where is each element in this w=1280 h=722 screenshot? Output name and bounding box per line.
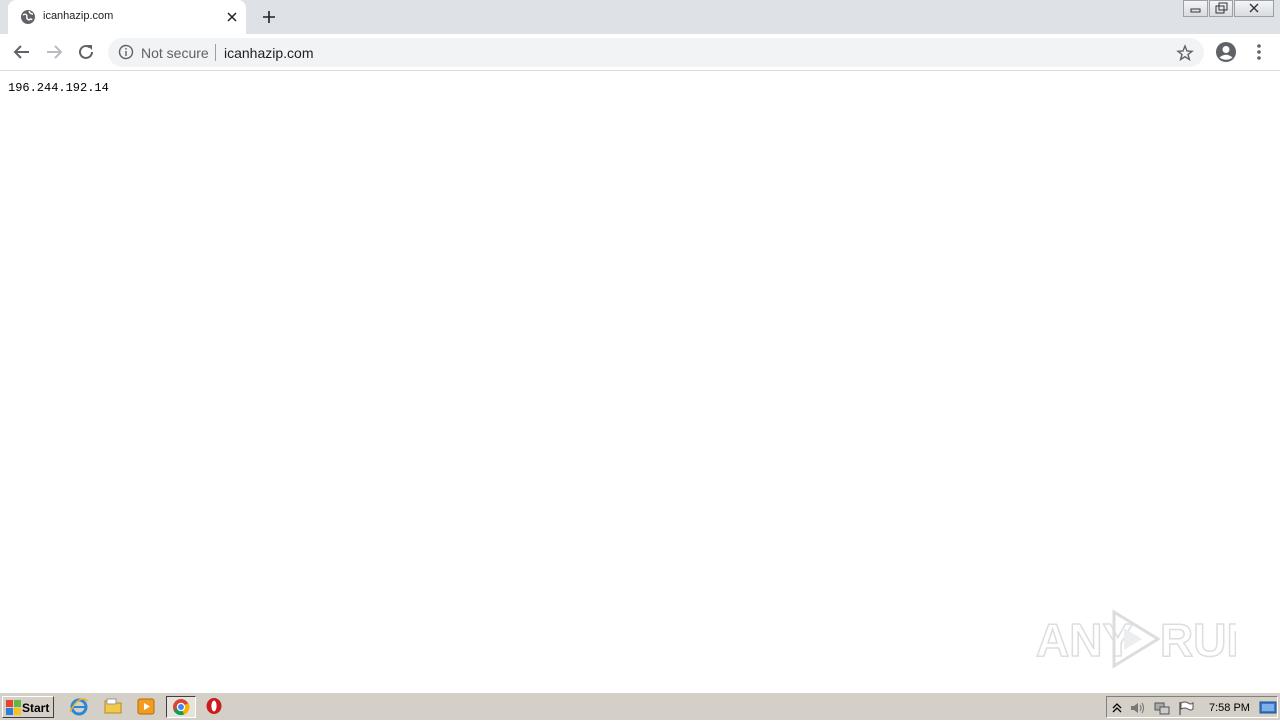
system-tray: 7:58 PM xyxy=(1106,696,1278,718)
taskbar-chrome-button[interactable] xyxy=(166,696,196,718)
minimize-button[interactable] xyxy=(1183,0,1208,17)
show-desktop-icon[interactable] xyxy=(1259,700,1277,716)
windows-logo-icon xyxy=(6,700,21,715)
page-content: 196.244.192.14 xyxy=(0,72,1280,692)
tab-icanhazip[interactable]: icanhazip.com xyxy=(8,0,246,34)
profile-avatar-icon[interactable] xyxy=(1215,41,1237,63)
restore-button[interactable] xyxy=(1209,0,1233,17)
svg-text:ANY: ANY xyxy=(1036,614,1133,666)
address-bar[interactable]: Not secure icanhazip.com xyxy=(108,38,1204,67)
browser-toolbar: Not secure icanhazip.com xyxy=(0,34,1280,71)
bookmark-star-icon[interactable] xyxy=(1176,44,1194,62)
new-tab-icon[interactable] xyxy=(260,8,278,26)
network-icon[interactable] xyxy=(1153,700,1171,716)
taskbar-opera-button[interactable] xyxy=(203,696,227,718)
back-arrow-icon[interactable] xyxy=(11,41,33,63)
close-window-button[interactable] xyxy=(1234,0,1274,17)
ip-address-text: 196.244.192.14 xyxy=(8,81,109,95)
svg-text:RUN: RUN xyxy=(1160,614,1236,666)
internet-explorer-icon xyxy=(69,698,89,716)
action-center-flag-icon[interactable] xyxy=(1177,700,1195,716)
chrome-icon xyxy=(173,699,190,716)
taskbar-ie-button[interactable] xyxy=(68,696,92,718)
taskbar-clock[interactable]: 7:58 PM xyxy=(1209,702,1250,714)
taskbar-media-player-button[interactable] xyxy=(135,696,159,718)
forward-arrow-icon[interactable] xyxy=(43,41,65,63)
media-player-icon xyxy=(137,698,155,715)
windows-taskbar: Start 7:58 PM xyxy=(0,692,1280,720)
reload-icon[interactable] xyxy=(75,41,97,63)
opera-icon xyxy=(206,698,222,714)
security-label[interactable]: Not secure xyxy=(141,45,209,61)
start-label: Start xyxy=(22,701,50,715)
tab-title: icanhazip.com xyxy=(43,10,114,22)
show-hidden-icons-icon[interactable] xyxy=(1111,701,1123,715)
info-icon[interactable] xyxy=(118,44,134,60)
globe-icon xyxy=(21,10,35,24)
omnibox-divider xyxy=(215,44,216,61)
taskbar-explorer-button[interactable] xyxy=(102,696,126,718)
menu-kebab-icon[interactable] xyxy=(1248,41,1270,63)
url-text[interactable]: icanhazip.com xyxy=(224,45,314,61)
volume-icon[interactable] xyxy=(1129,700,1147,716)
folder-icon xyxy=(104,698,122,714)
anyrun-watermark-logo: ANY RUN xyxy=(1036,609,1236,669)
start-button[interactable]: Start xyxy=(2,696,54,718)
tab-strip: icanhazip.com xyxy=(0,0,1280,34)
close-tab-icon[interactable] xyxy=(224,9,240,25)
